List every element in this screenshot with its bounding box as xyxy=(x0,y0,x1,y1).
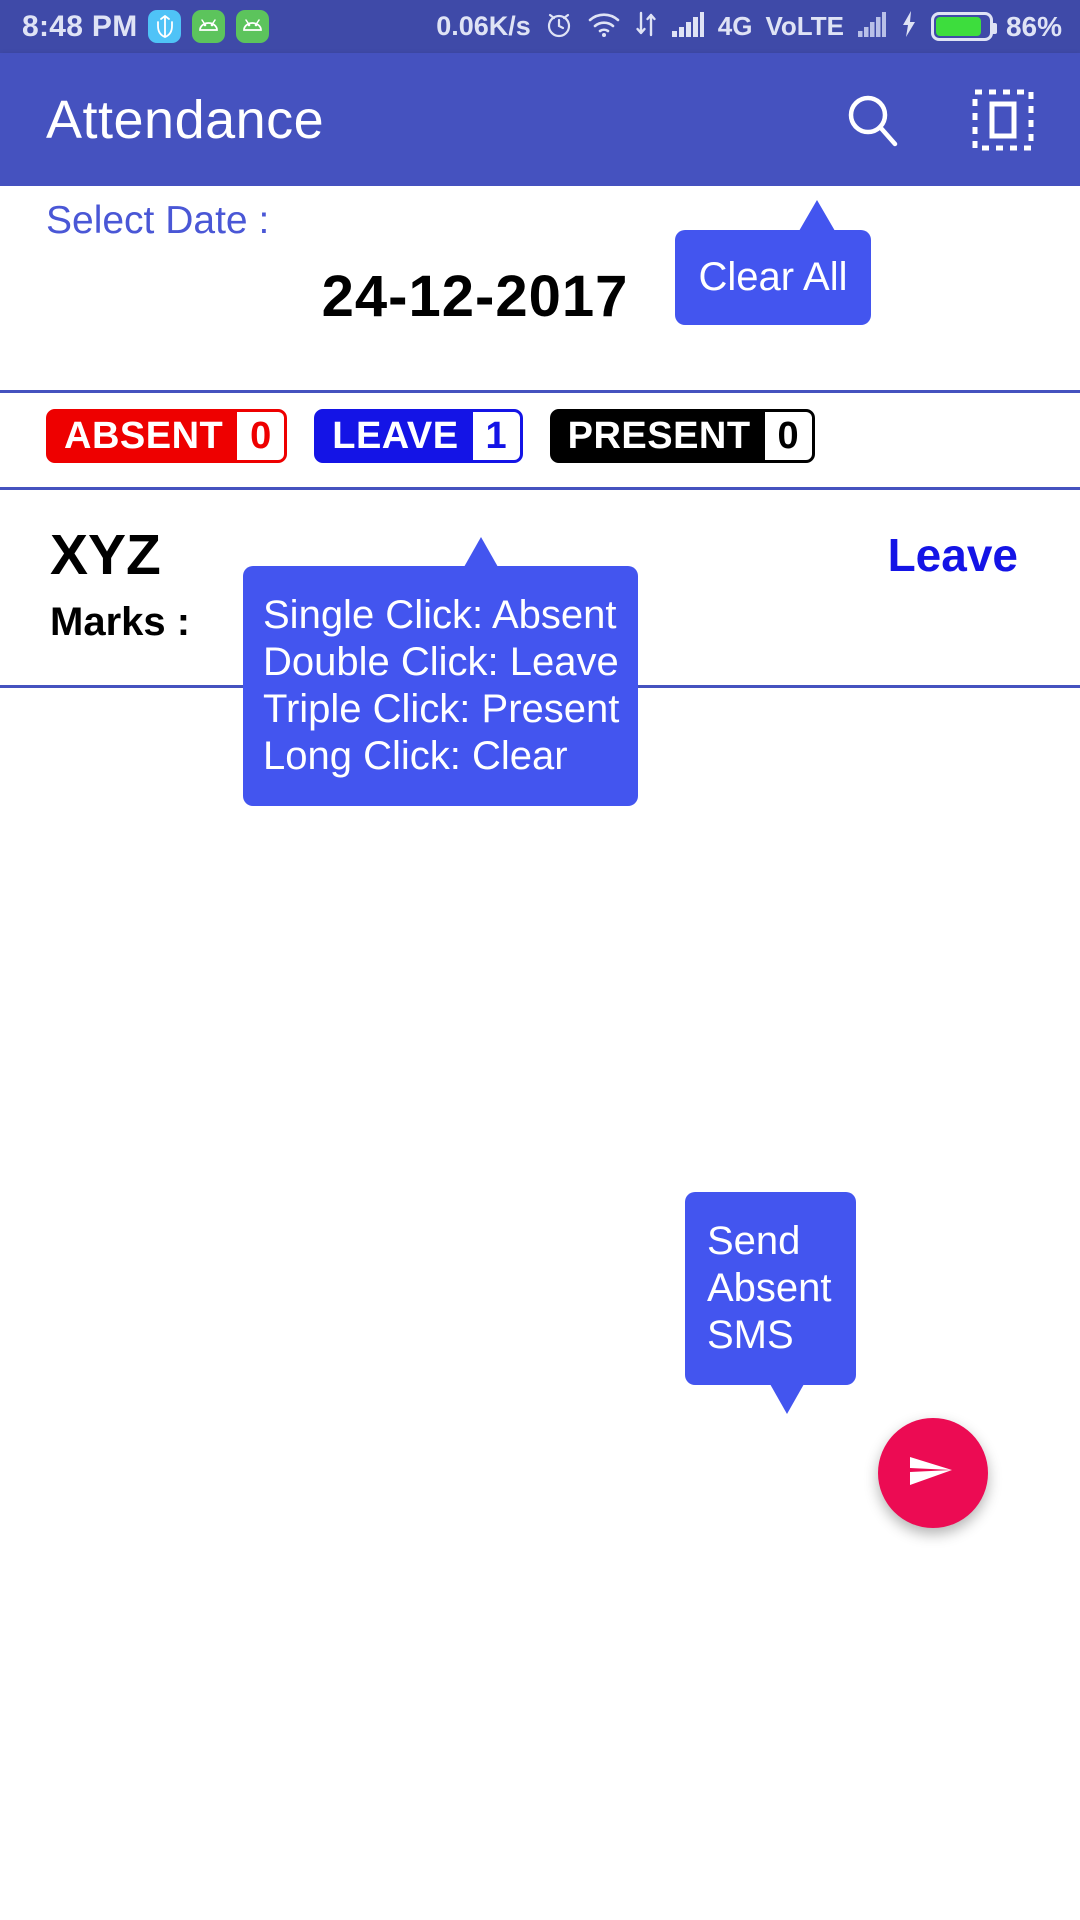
battery-fill xyxy=(935,17,981,36)
student-marks-label: Marks : xyxy=(50,600,191,644)
divider xyxy=(0,390,1080,393)
badge-absent-label: ABSENT xyxy=(64,414,224,457)
app-bar: Attendance xyxy=(0,53,1080,186)
android-app-icon xyxy=(192,10,226,43)
usb-trident-icon xyxy=(148,10,182,43)
tooltip-clear-all[interactable]: Clear All xyxy=(675,200,871,325)
tooltip-click-help-line: Triple Click: Present xyxy=(263,687,620,731)
charging-bolt-icon xyxy=(900,10,918,43)
network-speed-text: 0.06K/s xyxy=(436,11,531,41)
select-date-label: Select Date : xyxy=(46,199,270,242)
status-bar-right: 0.06K/s 4G VoLTE 86% xyxy=(436,9,1062,44)
data-transfer-icon xyxy=(634,10,658,43)
tooltip-clear-all-label: Clear All xyxy=(698,255,848,299)
attendance-summary-badges: ABSENT 0 LEAVE 1 PRESENT 0 xyxy=(46,409,815,463)
battery-percent-text: 86% xyxy=(1005,10,1062,42)
select-all-dashed-icon[interactable] xyxy=(966,83,1040,157)
badge-leave-label: LEAVE xyxy=(332,414,459,457)
tooltip-click-help-line: Long Click: Clear xyxy=(263,734,568,778)
badge-present[interactable]: PRESENT 0 xyxy=(549,409,815,463)
send-icon xyxy=(906,1449,960,1498)
badge-present-label: PRESENT xyxy=(567,414,751,457)
tooltip-click-help-line: Single Click: Absent xyxy=(263,593,617,637)
student-name: XYZ xyxy=(50,523,161,587)
signal-bars-icon xyxy=(671,10,705,43)
wifi-icon xyxy=(587,10,621,43)
tooltip-arrow-up-icon xyxy=(799,200,835,231)
tooltip-click-help[interactable]: Single Click: Absent Double Click: Leave… xyxy=(243,537,638,806)
volte-text: VoLTE xyxy=(765,11,844,41)
page-title: Attendance xyxy=(46,89,325,150)
network-type-text: 4G xyxy=(717,11,753,41)
status-clock: 8:48 PM xyxy=(22,9,138,43)
app-screen: 8:48 PM 0.06K/s 4G VoLTE 86% Attendance … xyxy=(0,0,1080,1920)
signal-bars-icon xyxy=(857,10,887,43)
badge-leave-count: 1 xyxy=(472,412,520,460)
tooltip-send-sms-line: Absent xyxy=(707,1266,832,1310)
tooltip-arrow-down-icon xyxy=(770,1384,804,1414)
tooltip-click-help-line: Double Click: Leave xyxy=(263,640,619,684)
badge-present-count: 0 xyxy=(764,412,812,460)
app-bar-actions xyxy=(836,83,1040,157)
student-status-badge: Leave xyxy=(887,529,1018,581)
badge-absent-count: 0 xyxy=(237,412,285,460)
selected-date-value[interactable]: 24-12-2017 xyxy=(0,263,1080,330)
badge-leave[interactable]: LEAVE 1 xyxy=(314,409,523,463)
tooltip-send-sms-line: SMS xyxy=(707,1313,794,1357)
status-bar-left: 8:48 PM xyxy=(22,9,270,44)
tooltip-send-absent-sms[interactable]: Send Absent SMS xyxy=(685,1192,856,1414)
tooltip-send-sms-line: Send xyxy=(707,1219,801,1263)
status-bar: 8:48 PM 0.06K/s 4G VoLTE 86% xyxy=(0,0,1080,53)
alarm-icon xyxy=(544,9,574,44)
send-sms-fab-button[interactable] xyxy=(878,1418,988,1528)
battery-icon xyxy=(930,12,997,41)
search-icon[interactable] xyxy=(836,83,910,157)
date-section: Select Date : 24-12-2017 xyxy=(0,186,1080,391)
badge-absent[interactable]: ABSENT 0 xyxy=(46,409,288,463)
tooltip-arrow-up-icon xyxy=(464,537,498,567)
android-app-icon xyxy=(236,10,270,43)
